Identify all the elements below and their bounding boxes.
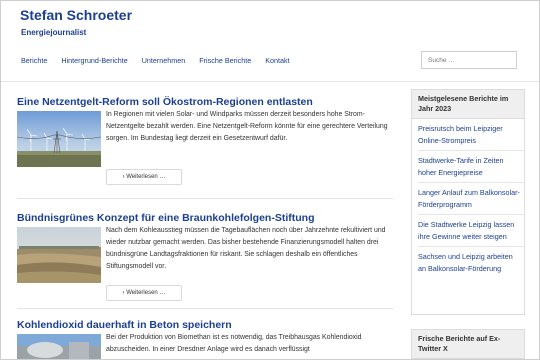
post-excerpt: Nach dem Kohleausstieg müssen die Tageba… [106, 227, 386, 271]
popular-post-link[interactable]: Sachsen und Leipzig arbeiten an Balkonso… [418, 247, 524, 278]
popular-post-link[interactable]: Langer Anlauf zum Balkonsolar-Förderprog… [418, 183, 524, 215]
chevron-right-icon: › [122, 174, 125, 180]
read-more-label: Weiterlesen … [126, 174, 166, 180]
post-title[interactable]: Bündnisgrünes Konzept für eine Braunkohl… [17, 212, 393, 224]
search-input[interactable] [421, 51, 517, 69]
nav-item-berichte[interactable]: Berichte [21, 56, 47, 65]
nav-item-unternehmen[interactable]: Unternehmen [142, 56, 186, 65]
popular-post-link[interactable]: Die Stadtwerke Leipzig lassen ihre Gewin… [418, 215, 524, 247]
sidebar-heading: Meistgelesene Berichte im Jahr 2023 [412, 90, 524, 119]
post-title[interactable]: Eine Netzentgelt-Reform soll Ökostrom-Re… [17, 96, 393, 108]
tagebau-image [17, 227, 101, 283]
header-divider [1, 81, 539, 82]
post-netzentgelt: Eine Netzentgelt-Reform soll Ökostrom-Re… [17, 96, 393, 191]
read-more-button[interactable]: › Weiterlesen … [106, 285, 182, 301]
post-title[interactable]: Kohlendioxid dauerhaft in Beton speicher… [17, 319, 393, 331]
post-divider [17, 198, 393, 199]
sidebar-fresh-twitter: Frische Berichte auf Ex-Twitter X [411, 329, 525, 359]
read-more-button[interactable]: › Weiterlesen … [106, 169, 182, 185]
popular-post-link[interactable]: Preisrutsch beim Leipziger Online-Stromp… [418, 119, 524, 151]
nav-item-hintergrund-berichte[interactable]: Hintergrund-Berichte [61, 56, 127, 65]
site-title[interactable]: Stefan Schroeter [20, 7, 132, 23]
popular-post-link[interactable]: Stadtwerke-Tarife in Zeiten hoher Energi… [418, 151, 524, 183]
main-navigation: Berichte Hintergrund-Berichte Unternehme… [21, 56, 290, 65]
read-more-label: Weiterlesen … [126, 290, 166, 296]
post-excerpt: Bei der Produktion von Biomethan ist es … [106, 334, 362, 354]
windpark-image [17, 111, 101, 167]
post-thumbnail-tagebau[interactable] [17, 227, 101, 283]
chevron-right-icon: › [122, 290, 125, 296]
nav-item-kontakt[interactable]: Kontakt [265, 56, 289, 65]
sidebar-heading: Frische Berichte auf Ex-Twitter X [412, 330, 524, 359]
site-description: Energiejournalist [21, 28, 87, 37]
nav-item-frische-berichte[interactable]: Frische Berichte [199, 56, 251, 65]
post-thumbnail-windpark[interactable] [17, 111, 101, 167]
page-frame: Stefan Schroeter Energiejournalist Beric… [0, 0, 540, 360]
post-thumbnail-biogas[interactable] [17, 334, 101, 359]
post-excerpt: In Regionen mit vielen Solar- und Windpa… [106, 111, 388, 143]
post-braunkohle: Bündnisgrünes Konzept für eine Braunkohl… [17, 212, 393, 307]
biogas-image [17, 334, 101, 359]
sidebar-popular-posts: Meistgelesene Berichte im Jahr 2023 Prei… [411, 89, 525, 315]
popular-posts-list: Preisrutsch beim Leipziger Online-Stromp… [412, 119, 524, 278]
post-kohlendioxid: Kohlendioxid dauerhaft in Beton speicher… [17, 319, 393, 359]
post-divider [17, 308, 393, 309]
